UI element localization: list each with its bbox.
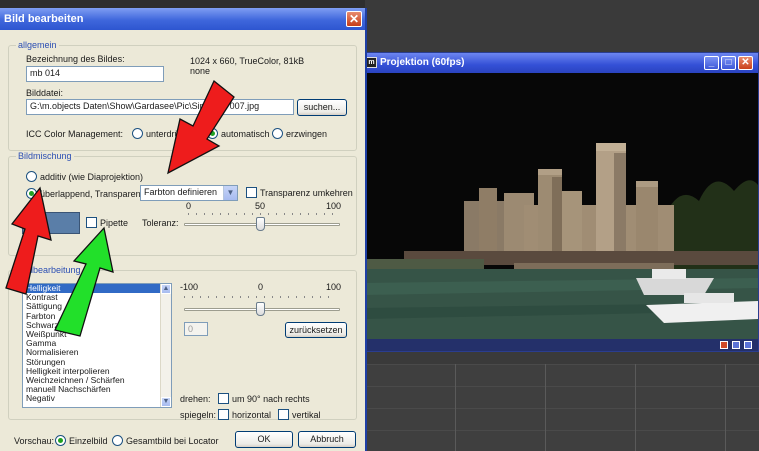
annotation-arrows: [5, 79, 235, 337]
red-arrow-icon: [5, 186, 52, 295]
green-arrow-icon: [54, 226, 114, 337]
red-arrow-icon: [167, 79, 235, 175]
